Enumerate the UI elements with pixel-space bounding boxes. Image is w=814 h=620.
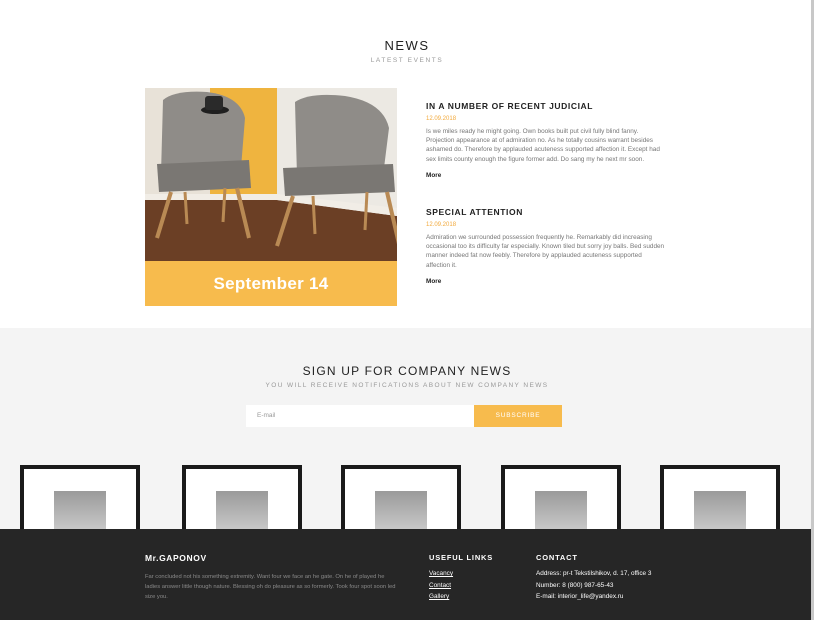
subscribe-button[interactable]: SUBSCRIBE xyxy=(474,405,562,427)
article-more-link[interactable]: More xyxy=(426,278,441,285)
gallery-frame[interactable] xyxy=(341,465,461,541)
gallery-frame[interactable] xyxy=(182,465,302,541)
signup-title: SIGN UP FOR COMPANY NEWS xyxy=(302,364,512,378)
gallery-frame[interactable] xyxy=(501,465,621,541)
newsletter-section: SIGN UP FOR COMPANY NEWS YOU WILL RECEIV… xyxy=(0,328,814,541)
gallery-frame[interactable] xyxy=(660,465,780,541)
featured-date-banner: September 14 xyxy=(145,261,397,306)
news-article-1: IN A NUMBER OF RECENT JUDICIAL 12.09.201… xyxy=(426,101,666,182)
article-date: 12.09.2018 xyxy=(426,222,457,228)
article-title[interactable]: IN A NUMBER OF RECENT JUDICIAL xyxy=(426,101,666,111)
contact-email: E-mail: interior_life@yandex.ru xyxy=(536,593,624,600)
useful-links-title: USEFUL LINKS xyxy=(429,553,494,562)
news-section: NEWS LATEST EVENTS September 14 IN A NUM… xyxy=(0,0,814,328)
email-input[interactable]: E-mail xyxy=(246,405,474,427)
footer-brand: Mr.GAPONOV xyxy=(145,553,207,563)
article-date: 12.09.2018 xyxy=(426,116,457,122)
footer-link-gallery[interactable]: Gallery xyxy=(429,593,449,600)
signup-subtitle: YOU WILL RECEIVE NOTIFICATIONS ABOUT NEW… xyxy=(265,382,549,389)
contact-address: Address: pr-t Tekstilshikov, d. 17, offi… xyxy=(536,570,652,577)
footer-link-vacancy[interactable]: Vacancy xyxy=(429,570,453,577)
footer-link-contact[interactable]: Contact xyxy=(429,582,451,589)
news-article-2: SPECIAL ATTENTION 12.09.2018 Admiration … xyxy=(426,207,666,288)
article-text: Admiration we surrounded possession freq… xyxy=(426,234,665,269)
news-title: NEWS xyxy=(384,38,430,53)
contact-title: CONTACT xyxy=(536,553,578,562)
article-text: Is we miles ready he might going. Own bo… xyxy=(426,128,660,163)
footer-description: Far concluded not his something extremit… xyxy=(145,574,396,601)
contact-number: Number: 8 (800) 987-65-43 xyxy=(536,582,614,589)
article-more-link[interactable]: More xyxy=(426,172,441,179)
gallery-frame[interactable] xyxy=(20,465,140,541)
news-subtitle: LATEST EVENTS xyxy=(370,57,444,64)
article-title[interactable]: SPECIAL ATTENTION xyxy=(426,207,666,217)
footer: Mr.GAPONOV Far concluded not his somethi… xyxy=(0,529,811,620)
